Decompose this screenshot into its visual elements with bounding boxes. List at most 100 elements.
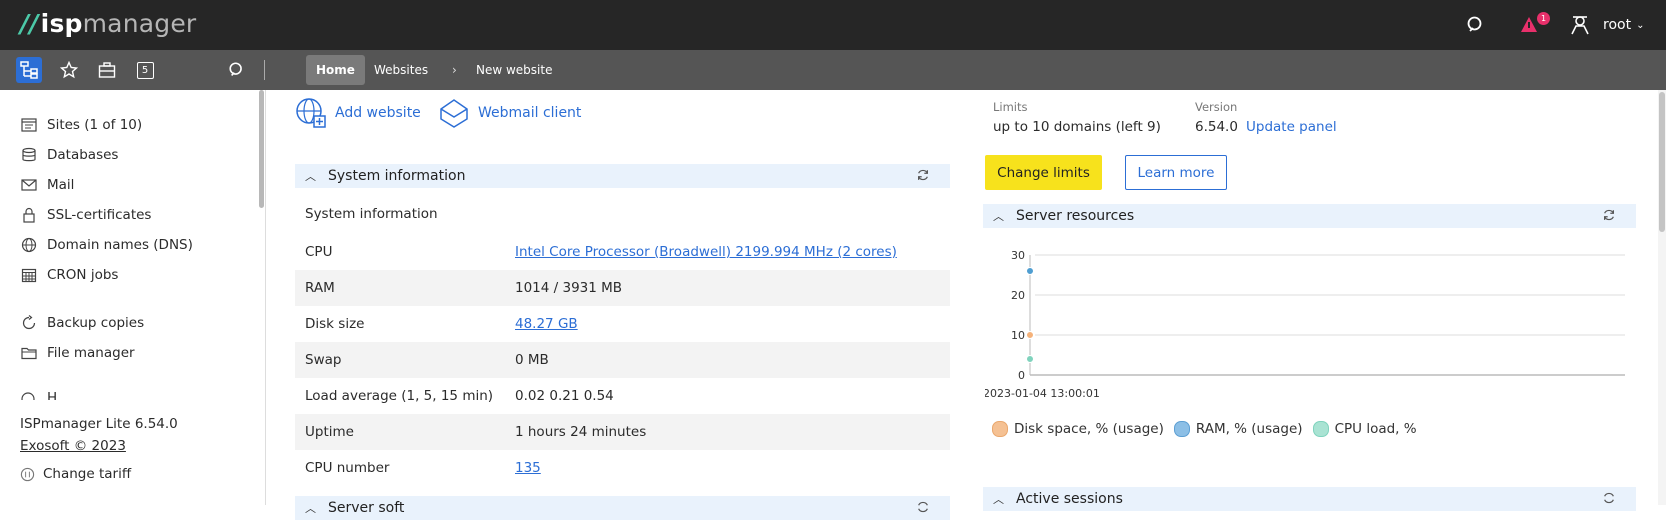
database-icon	[20, 146, 38, 164]
chart-legend: Disk space, % (usage) RAM, % (usage) CPU…	[992, 421, 1427, 437]
y-tick-label: 20	[1011, 289, 1025, 302]
tabs-count-icon: 5	[136, 61, 154, 79]
sidebar-item-label: Sites (1 of 10)	[47, 117, 143, 133]
refresh-icon[interactable]	[1602, 491, 1616, 505]
uptime-value: 1 hours 24 minutes	[515, 424, 647, 440]
sidebar-item-label: H	[47, 390, 58, 400]
panel-title: Server resources	[1016, 208, 1135, 224]
info-label: CPU	[305, 244, 333, 260]
sidebar-item-databases[interactable]: Databases	[20, 144, 118, 166]
open-tabs-button[interactable]: 5	[132, 57, 158, 83]
global-search-button[interactable]	[1466, 0, 1486, 50]
chevron-up-icon: ︿	[305, 502, 316, 515]
menu-search-button[interactable]	[224, 57, 250, 83]
legend-label: CPU load, %	[1334, 421, 1417, 437]
cpu-value-link[interactable]: Intel Core Processor (Broadwell) 2199.99…	[515, 244, 897, 260]
active-sessions-panel-header[interactable]: ︿ Active sessions	[983, 487, 1636, 511]
change-tariff-label: Change tariff	[43, 466, 132, 482]
load-average-value: 0.02 0.21 0.54	[515, 388, 614, 404]
tasks-button[interactable]	[94, 57, 120, 83]
server-soft-panel-header[interactable]: ︿ Server soft	[295, 496, 950, 520]
calendar-icon	[20, 266, 38, 284]
swap-value: 0 MB	[515, 352, 549, 368]
server-resources-panel-header[interactable]: ︿ Server resources	[983, 204, 1636, 228]
legend-swatch-cpu	[1312, 421, 1329, 437]
change-tariff-button[interactable]: Change tariff	[20, 466, 131, 482]
sidebar-item-sites[interactable]: Sites (1 of 10)	[20, 114, 142, 136]
refresh-icon[interactable]	[916, 168, 930, 182]
copyright-link[interactable]: Exosoft © 2023	[20, 438, 126, 454]
sidebar-scrollbar[interactable]	[259, 90, 264, 208]
system-information-panel-header[interactable]: ︿ System information	[295, 164, 950, 188]
sidebar-item-mail[interactable]: Mail	[20, 174, 74, 196]
limits-value: up to 10 domains (left 9)	[993, 119, 1161, 135]
sidebar-item-backup[interactable]: Backup copies	[20, 312, 144, 334]
legend-item-disk[interactable]: Disk space, % (usage)	[992, 421, 1164, 437]
notifications-button[interactable]	[1518, 0, 1540, 50]
data-point-disk	[1026, 331, 1034, 339]
sidebar-item-file-manager[interactable]: File manager	[20, 342, 135, 364]
legend-item-ram[interactable]: RAM, % (usage)	[1173, 421, 1303, 437]
learn-more-button[interactable]: Learn more	[1125, 155, 1227, 190]
cpu-number-link[interactable]: 135	[515, 460, 541, 476]
user-menu[interactable]: root ⌄	[1569, 0, 1644, 50]
search-icon	[229, 62, 242, 76]
page-scrollbar[interactable]	[1658, 90, 1666, 505]
tab-websites[interactable]: Websites	[364, 55, 438, 85]
search-icon	[1467, 16, 1482, 32]
info-row-cpu: CPU Intel Core Processor (Broadwell) 219…	[295, 234, 950, 270]
server-resources-chart: 0 10 20 30 2023-01-04 13:00:01	[985, 249, 1625, 400]
info-label: Swap	[305, 352, 342, 368]
change-limits-button[interactable]: Change limits	[985, 155, 1102, 190]
ram-value: 1014 / 3931 MB	[515, 280, 623, 296]
disk-size-link[interactable]: 48.27 GB	[515, 316, 578, 332]
chevron-up-icon: ︿	[305, 170, 316, 183]
y-tick-label: 30	[1011, 249, 1025, 262]
add-website-link[interactable]: Add website	[295, 97, 421, 129]
star-icon	[60, 61, 78, 79]
sidebar-item-cron[interactable]: CRON jobs	[20, 264, 118, 286]
info-label: RAM	[305, 280, 335, 296]
sidebar-item-label: CRON jobs	[47, 267, 119, 283]
notification-badge: 1	[1537, 12, 1550, 25]
sidebar-item-label: Backup copies	[47, 315, 145, 331]
sidebar-item-cut[interactable]: H	[20, 390, 260, 400]
info-row-uptime: Uptime 1 hours 24 minutes	[295, 414, 950, 450]
system-info-subtitle: System information	[305, 206, 438, 222]
breadcrumb-arrow-icon: ›	[452, 63, 457, 77]
ispmanager-logo[interactable]: //ispmanager	[20, 8, 196, 40]
globe-add-icon	[296, 98, 326, 128]
legend-swatch-disk	[992, 421, 1008, 437]
webmail-icon	[440, 99, 468, 128]
logo-manager: manager	[82, 9, 197, 38]
webmail-client-link[interactable]: Webmail client	[438, 97, 581, 129]
update-panel-link[interactable]: Update panel	[1246, 119, 1337, 135]
sidebar-item-dns[interactable]: Domain names (DNS)	[20, 234, 193, 256]
tree-menu-button[interactable]	[16, 57, 42, 83]
data-point-cpu	[1026, 355, 1034, 363]
refresh-icon[interactable]	[916, 500, 930, 514]
refresh-icon[interactable]	[1602, 208, 1616, 222]
sidebar-item-label: Mail	[47, 177, 75, 193]
folder-icon	[20, 344, 38, 362]
add-website-label: Add website	[335, 105, 421, 121]
briefcase-icon	[98, 62, 116, 78]
info-row-swap: Swap 0 MB	[295, 342, 950, 378]
chevron-down-icon: ⌄	[1636, 19, 1645, 31]
tab-new-website[interactable]: New website	[466, 55, 562, 85]
info-label: CPU number	[305, 460, 390, 476]
favorites-button[interactable]	[56, 57, 82, 83]
version-value: 6.54.0	[1195, 119, 1238, 135]
y-tick-label: 0	[1018, 369, 1025, 382]
legend-item-cpu[interactable]: CPU load, %	[1312, 421, 1417, 437]
top-bar: //ispmanager 1 root ⌄	[0, 0, 1666, 50]
info-row-disk: Disk size 48.27 GB	[295, 306, 950, 342]
globe-icon	[20, 236, 38, 254]
mail-icon	[20, 176, 38, 194]
sidebar-cut-icon	[20, 390, 38, 400]
backup-icon	[20, 314, 38, 332]
page-scrollbar-thumb[interactable]	[1659, 92, 1665, 232]
sidebar-item-label: SSL-certificates	[47, 207, 152, 223]
tab-home[interactable]: Home	[306, 55, 365, 85]
sidebar-item-ssl[interactable]: SSL-certificates	[20, 204, 151, 226]
